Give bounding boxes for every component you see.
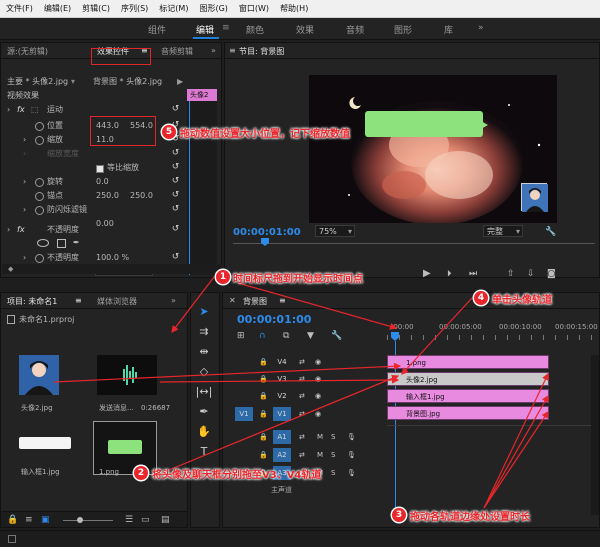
callout-step-1: 时间标尺拖到开始显示时间点 (233, 274, 363, 285)
callout-step-3: 拖动各轨道边缘处设置时长 (410, 512, 530, 523)
callout-number-badge: 5 (162, 125, 176, 139)
status-indicator-icon (8, 535, 16, 543)
callout-step-2: 将头像及聊天框分别拖至V3、V4轨道 (152, 470, 322, 481)
callout-number-badge: 2 (134, 466, 148, 480)
callout-number-badge: 3 (392, 508, 406, 522)
status-bar (0, 530, 600, 547)
callout-step-4: 单击头像轨道 (492, 295, 552, 306)
callout-number-badge: 1 (216, 270, 230, 284)
callout-number-badge: 4 (474, 291, 488, 305)
callout-step-5: 拖动数值设置大小位置，记下缩放数值 (180, 129, 350, 140)
